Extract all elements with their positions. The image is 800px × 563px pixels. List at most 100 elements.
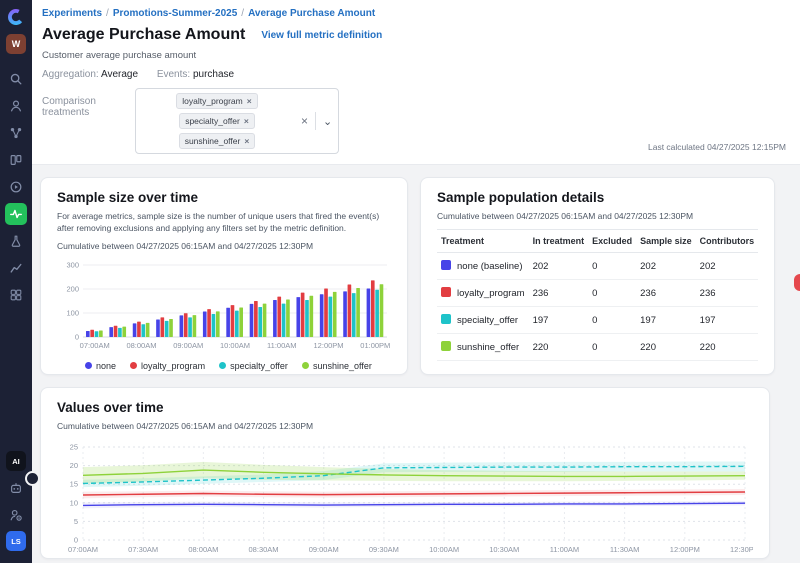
treatments-select[interactable]: loyalty_program×specialty_offer×sunshine…	[135, 88, 339, 154]
column-header: Treatment	[437, 230, 529, 253]
svg-text:09:30AM: 09:30AM	[369, 545, 399, 554]
population-card: Sample population details Cumulative bet…	[420, 177, 775, 375]
sidebar-item-search[interactable]	[5, 68, 27, 90]
breadcrumb-link[interactable]: Average Purchase Amount	[248, 8, 375, 19]
legend-dot	[85, 362, 92, 369]
svg-text:12:30PM: 12:30PM	[730, 545, 753, 554]
table-row[interactable]: loyalty_program2360236236	[437, 280, 758, 307]
sidebar-item-dynamic-config[interactable]	[5, 176, 27, 198]
contributors-cell: 220	[696, 334, 759, 361]
page-title: Average Purchase Amount	[42, 26, 245, 44]
card-title: Values over time	[57, 400, 753, 415]
breadcrumb-link[interactable]: Promotions-Summer-2025	[113, 8, 237, 19]
values-chart: 07:00AM07:30AM08:00AM08:30AM09:00AM09:30…	[57, 439, 753, 555]
sidebar-item-account[interactable]	[5, 504, 27, 526]
sidebar-item-feature-gates[interactable]	[5, 149, 27, 171]
legend-label: specialty_offer	[230, 361, 288, 371]
clear-selection-icon[interactable]: ×	[301, 114, 308, 128]
legend-label: none	[96, 361, 116, 371]
sidebar-item-users[interactable]	[5, 95, 27, 117]
bot-icon	[9, 481, 23, 495]
treatment-cell: specialty_offer	[437, 307, 529, 334]
sample-size-cell: 236	[636, 280, 696, 307]
app-logo[interactable]	[6, 7, 26, 27]
treatment-cell: loyalty_program	[437, 280, 529, 307]
sample-size-cell: 202	[636, 253, 696, 280]
treatment-chip-label: loyalty_program	[182, 96, 242, 106]
treatment-chip[interactable]: loyalty_program ×	[176, 93, 257, 109]
side-panel-notch[interactable]	[794, 274, 800, 291]
sample-size-card: Sample size over time For average metric…	[40, 177, 408, 375]
sidebar-item-experiments[interactable]	[5, 203, 27, 225]
sidebar-item-holdouts[interactable]	[5, 230, 27, 252]
sidebar-item-layers[interactable]	[5, 284, 27, 306]
chart-legend: noneloyalty_programspecialty_offersunshi…	[85, 361, 391, 371]
svg-text:0: 0	[74, 536, 78, 545]
svg-text:10:00AM: 10:00AM	[429, 545, 459, 554]
svg-text:0: 0	[75, 332, 79, 341]
contributors-cell: 202	[696, 253, 759, 280]
main-area: Experiments/Promotions-Summer-2025/Avera…	[32, 0, 800, 563]
card-range: Cumulative between 04/27/2025 06:15AM an…	[437, 211, 758, 221]
nodes-icon	[9, 126, 23, 140]
svg-text:11:00AM: 11:00AM	[267, 341, 296, 350]
assistant-handle[interactable]	[25, 471, 40, 486]
aggregation-value: Average	[101, 69, 138, 80]
legend-item: specialty_offer	[219, 361, 288, 371]
svg-text:07:00AM: 07:00AM	[80, 341, 110, 350]
user-gear-icon	[9, 508, 23, 522]
page-header: Experiments/Promotions-Summer-2025/Avera…	[32, 0, 800, 165]
legend-dot	[219, 362, 226, 369]
chip-remove-icon[interactable]: ×	[244, 136, 249, 146]
treatment-swatch	[441, 341, 451, 351]
svg-text:08:00AM: 08:00AM	[126, 341, 156, 350]
svg-text:08:00AM: 08:00AM	[188, 545, 218, 554]
table-row[interactable]: none (baseline)2020202202	[437, 253, 758, 280]
svg-text:200: 200	[66, 284, 79, 293]
sidebar-item-segments[interactable]	[5, 122, 27, 144]
treatment-chip[interactable]: specialty_offer×	[179, 113, 255, 129]
chip-remove-icon[interactable]: ×	[247, 96, 252, 106]
sidebar-item-metrics[interactable]	[5, 257, 27, 279]
flask-icon	[9, 234, 23, 248]
svg-text:12:00PM: 12:00PM	[314, 341, 344, 350]
sidebar-item-ai-assistant[interactable]: AI	[6, 451, 26, 471]
card-title: Sample population details	[437, 190, 758, 205]
in-treatment-cell: 202	[529, 253, 589, 280]
in-treatment-cell: 220	[529, 334, 589, 361]
table-row[interactable]: specialty_offer1970197197	[437, 307, 758, 334]
sidebar-item-workspace-ls[interactable]: LS	[6, 531, 26, 551]
metric-definition-link[interactable]: View full metric definition	[261, 30, 382, 41]
contributors-cell: 197	[696, 307, 759, 334]
contributors-cell: 236	[696, 280, 759, 307]
treatment-swatch	[441, 260, 451, 270]
events-label: Events:	[157, 69, 190, 80]
values-card: Values over time Cumulative between 04/2…	[40, 387, 770, 559]
treatment-swatch	[441, 287, 451, 297]
select-divider	[315, 112, 316, 130]
sidebar-bottom: AI LS	[5, 451, 27, 557]
chevron-down-icon[interactable]: ⌄	[323, 115, 332, 128]
card-title: Sample size over time	[57, 190, 391, 205]
comparison-label: Comparison treatments	[42, 88, 135, 118]
column-header: In treatment	[529, 230, 589, 253]
breadcrumb-link[interactable]: Experiments	[42, 8, 102, 19]
svg-text:10: 10	[70, 498, 78, 507]
pulse-icon	[9, 207, 23, 221]
legend-item: sunshine_offer	[302, 361, 372, 371]
sample-size-cell: 220	[636, 334, 696, 361]
svg-text:15: 15	[70, 480, 78, 489]
table-row[interactable]: sunshine_offer2200220220	[437, 334, 758, 361]
aggregation-row: Aggregation: Average Events: purchase	[42, 69, 786, 80]
svg-text:07:00AM: 07:00AM	[68, 545, 98, 554]
svg-text:100: 100	[66, 308, 79, 317]
breadcrumb-separator: /	[241, 8, 244, 19]
treatment-chip[interactable]: sunshine_offer×	[179, 133, 256, 149]
sample-size-chart: 010020030007:00AM08:00AM09:00AM10:00AM11…	[57, 259, 393, 351]
chip-remove-icon[interactable]: ×	[244, 116, 249, 126]
excluded-cell: 0	[588, 253, 636, 280]
workspace-badge[interactable]: W	[6, 34, 26, 54]
legend-label: sunshine_offer	[313, 361, 372, 371]
svg-text:12:00PM: 12:00PM	[670, 545, 700, 554]
sidebar-item-bot-console[interactable]	[5, 477, 27, 499]
